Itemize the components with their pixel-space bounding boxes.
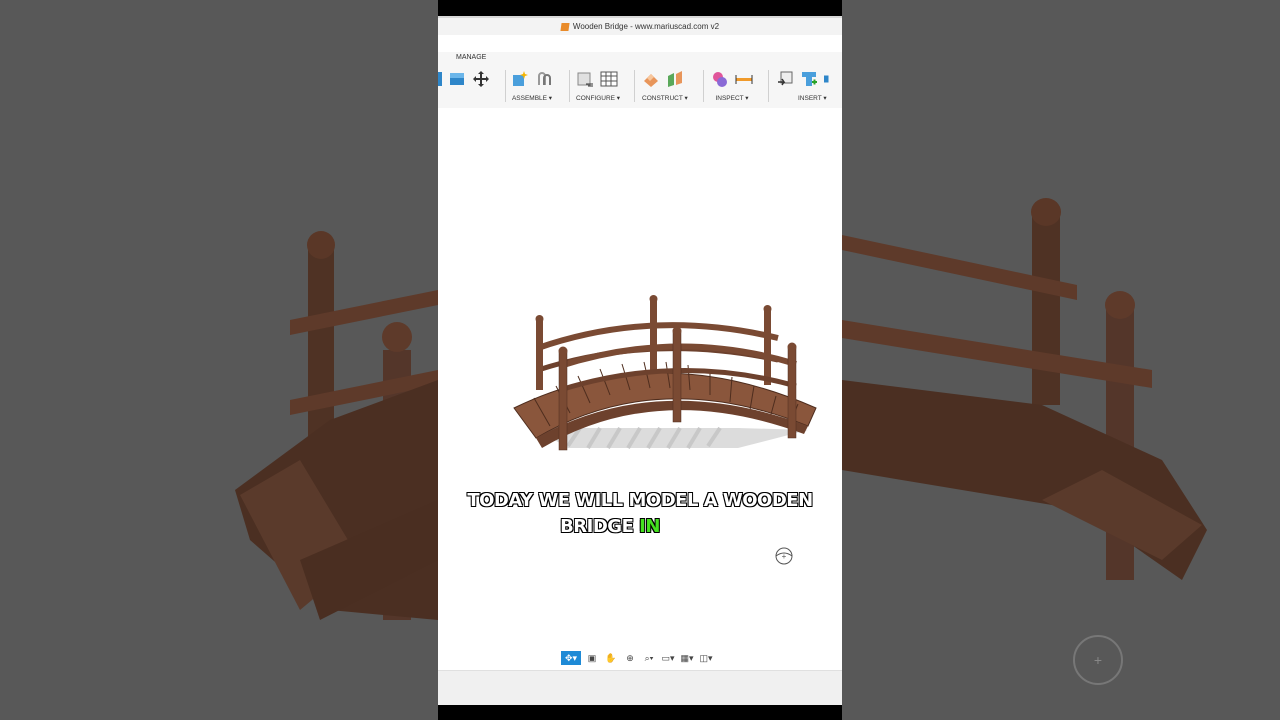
- caption-line-2: BRIDGE IN: [438, 515, 842, 537]
- orbit-gizmo-icon[interactable]: +: [773, 545, 795, 567]
- insert-label[interactable]: INSERT ▾: [776, 94, 833, 102]
- cad-app-window: Wooden Bridge - www.mariuscad.com v2 MAN…: [438, 16, 842, 705]
- background-blur-right: +: [842, 0, 1280, 720]
- assemble-label[interactable]: ASSEMBLE ▾: [511, 94, 553, 102]
- construct-group[interactable]: CONSTRUCT ▾: [642, 68, 688, 108]
- measure-icon[interactable]: [735, 70, 753, 88]
- phone-frame: Wooden Bridge - www.mariuscad.com v2 MAN…: [438, 0, 842, 720]
- inspect-group[interactable]: INSPECT ▾: [711, 68, 753, 108]
- svg-text:+: +: [1094, 652, 1102, 668]
- wooden-bridge-model[interactable]: [438, 108, 842, 670]
- document-icon: [560, 22, 570, 31]
- toolbar-ribbon: MANAGE ASSEMBLE ▾ CONFIGURE ▾ CONSTRUCT …: [438, 52, 842, 109]
- fit-icon[interactable]: ⌕▾: [641, 651, 657, 665]
- zoom-icon[interactable]: ⊕: [622, 651, 638, 665]
- offset-plane-icon[interactable]: [642, 70, 660, 88]
- navigation-bar: ✥▾ ▣ ✋ ⊕ ⌕▾ ▭▾ ▦▾ ◫▾: [561, 650, 714, 666]
- midplane-icon[interactable]: [666, 70, 684, 88]
- grid-icon[interactable]: ▦▾: [679, 651, 695, 665]
- manage-group: [438, 68, 490, 108]
- separator: [505, 70, 506, 102]
- configuration-table-icon[interactable]: [600, 70, 618, 88]
- orbit-icon[interactable]: ✥▾: [561, 651, 581, 665]
- insert-canvas-icon[interactable]: [824, 70, 833, 88]
- insert-derive-icon[interactable]: [776, 70, 794, 88]
- partial-tool-icon[interactable]: [438, 70, 442, 88]
- insert-group[interactable]: INSERT ▾: [776, 68, 833, 108]
- separator: [703, 70, 704, 102]
- component-color-icon[interactable]: [448, 70, 466, 88]
- display-settings-icon[interactable]: ▭▾: [660, 651, 676, 665]
- caption-line-1: TODAY WE WILL MODEL A WOODEN: [467, 489, 814, 511]
- interference-icon[interactable]: [711, 70, 729, 88]
- window-title: Wooden Bridge - www.mariuscad.com v2: [572, 22, 720, 31]
- caption-text: BRIDGE: [559, 515, 640, 537]
- bottom-bar: [438, 670, 842, 705]
- look-at-icon[interactable]: ▣: [584, 651, 600, 665]
- assemble-group[interactable]: ASSEMBLE ▾: [511, 68, 553, 108]
- new-component-icon[interactable]: [511, 70, 529, 88]
- title-bar: Wooden Bridge - www.mariuscad.com v2: [438, 16, 842, 35]
- joint-icon[interactable]: [535, 70, 553, 88]
- pan-icon[interactable]: ✋: [603, 651, 619, 665]
- canvas-viewport[interactable]: +: [438, 108, 842, 670]
- insert-mcmaster-icon[interactable]: [800, 70, 818, 88]
- construct-label[interactable]: CONSTRUCT ▾: [642, 94, 688, 102]
- separator: [634, 70, 635, 102]
- move-icon[interactable]: [472, 70, 490, 88]
- separator: [768, 70, 769, 102]
- background-blur-left: [0, 0, 438, 720]
- separator: [569, 70, 570, 102]
- configure-icon[interactable]: [576, 70, 594, 88]
- caption-highlight: IN: [639, 515, 661, 537]
- svg-text:+: +: [782, 552, 787, 561]
- inspect-label[interactable]: INSPECT ▾: [711, 94, 753, 102]
- manage-tab[interactable]: MANAGE: [456, 54, 486, 61]
- viewports-icon[interactable]: ◫▾: [698, 651, 714, 665]
- configure-group[interactable]: CONFIGURE ▾: [576, 68, 620, 108]
- configure-label[interactable]: CONFIGURE ▾: [576, 94, 620, 102]
